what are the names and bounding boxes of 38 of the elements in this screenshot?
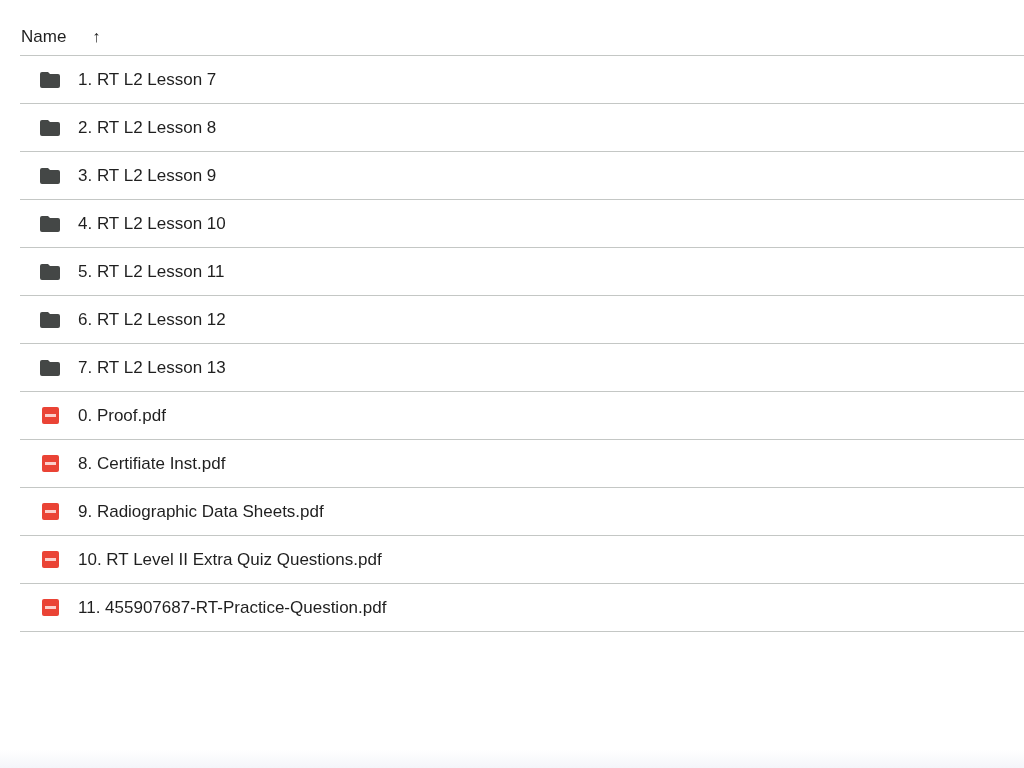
- file-row[interactable]: 11. 455907687-RT-Practice-Question.pdf: [20, 584, 1024, 632]
- folder-icon: [40, 119, 60, 136]
- file-name: 5. RT L2 Lesson 11: [78, 261, 225, 282]
- file-name: 9. Radiographic Data Sheets.pdf: [78, 501, 324, 522]
- folder-icon: [40, 215, 60, 232]
- file-name: 7. RT L2 Lesson 13: [78, 357, 226, 378]
- file-row[interactable]: 10. RT Level II Extra Quiz Questions.pdf: [20, 536, 1024, 584]
- pdf-file-icon: [41, 407, 59, 424]
- folder-row[interactable]: 6. RT L2 Lesson 12: [20, 296, 1024, 344]
- folder-row[interactable]: 2. RT L2 Lesson 8: [20, 104, 1024, 152]
- folder-row[interactable]: 1. RT L2 Lesson 7: [20, 56, 1024, 104]
- file-name: 10. RT Level II Extra Quiz Questions.pdf: [78, 549, 382, 570]
- file-name: 0. Proof.pdf: [78, 405, 166, 426]
- pdf-file-icon: [41, 551, 59, 568]
- file-name: 8. Certifiate Inst.pdf: [78, 453, 226, 474]
- pdf-file-icon: [41, 503, 59, 520]
- name-column-header[interactable]: Name: [21, 26, 67, 47]
- file-name: 4. RT L2 Lesson 10: [78, 213, 226, 234]
- file-name: 11. 455907687-RT-Practice-Question.pdf: [78, 597, 387, 618]
- pdf-file-icon: [41, 599, 59, 616]
- folder-icon: [40, 71, 60, 88]
- sort-arrow-button[interactable]: ↑: [88, 27, 105, 46]
- file-name: 2. RT L2 Lesson 8: [78, 117, 217, 138]
- folder-icon: [40, 311, 60, 328]
- pdf-file-icon: [41, 455, 59, 472]
- file-row[interactable]: 8. Certifiate Inst.pdf: [20, 440, 1024, 488]
- folder-row[interactable]: 4. RT L2 Lesson 10: [20, 200, 1024, 248]
- file-name: 6. RT L2 Lesson 12: [78, 309, 226, 330]
- folder-icon: [40, 263, 60, 280]
- file-name: 3. RT L2 Lesson 9: [78, 165, 217, 186]
- file-row[interactable]: 0. Proof.pdf: [20, 392, 1024, 440]
- file-name: 1. RT L2 Lesson 7: [78, 69, 217, 90]
- folder-row[interactable]: 5. RT L2 Lesson 11: [20, 248, 1024, 296]
- folder-row[interactable]: 3. RT L2 Lesson 9: [20, 152, 1024, 200]
- folder-icon: [40, 167, 60, 184]
- folder-row[interactable]: 7. RT L2 Lesson 13: [20, 344, 1024, 392]
- folder-icon: [40, 359, 60, 376]
- file-row[interactable]: 9. Radiographic Data Sheets.pdf: [20, 488, 1024, 536]
